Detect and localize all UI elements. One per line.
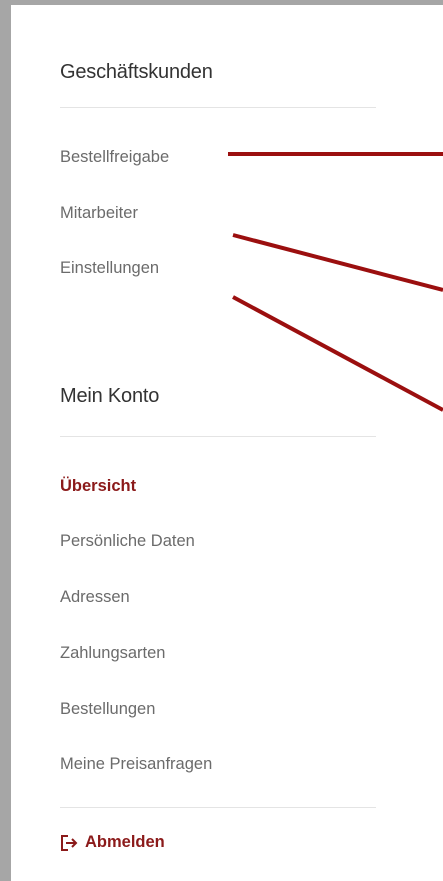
business-divider bbox=[60, 107, 376, 108]
nav-item-uebersicht[interactable]: Übersicht bbox=[60, 477, 136, 496]
nav-item-zahlungsarten[interactable]: Zahlungsarten bbox=[60, 644, 166, 663]
logout-icon bbox=[60, 834, 78, 852]
nav-item-einstellungen[interactable]: Einstellungen bbox=[60, 259, 159, 278]
business-section-title: Geschäftskunden bbox=[60, 61, 213, 83]
logout-button[interactable]: Abmelden bbox=[60, 833, 165, 852]
logout-divider bbox=[60, 807, 376, 808]
account-divider bbox=[60, 436, 376, 437]
account-section-title: Mein Konto bbox=[60, 385, 160, 407]
nav-item-adressen[interactable]: Adressen bbox=[60, 588, 130, 607]
account-sidebar: Geschäftskunden Bestellfreigabe Mitarbei… bbox=[11, 5, 443, 881]
logout-label: Abmelden bbox=[85, 833, 165, 851]
nav-item-bestellfreigabe[interactable]: Bestellfreigabe bbox=[60, 148, 169, 167]
nav-item-persoenliche-daten[interactable]: Persönliche Daten bbox=[60, 532, 195, 551]
nav-item-bestellungen[interactable]: Bestellungen bbox=[60, 700, 155, 719]
nav-item-meine-preisanfragen[interactable]: Meine Preisanfragen bbox=[60, 755, 212, 774]
nav-item-mitarbeiter[interactable]: Mitarbeiter bbox=[60, 204, 138, 223]
